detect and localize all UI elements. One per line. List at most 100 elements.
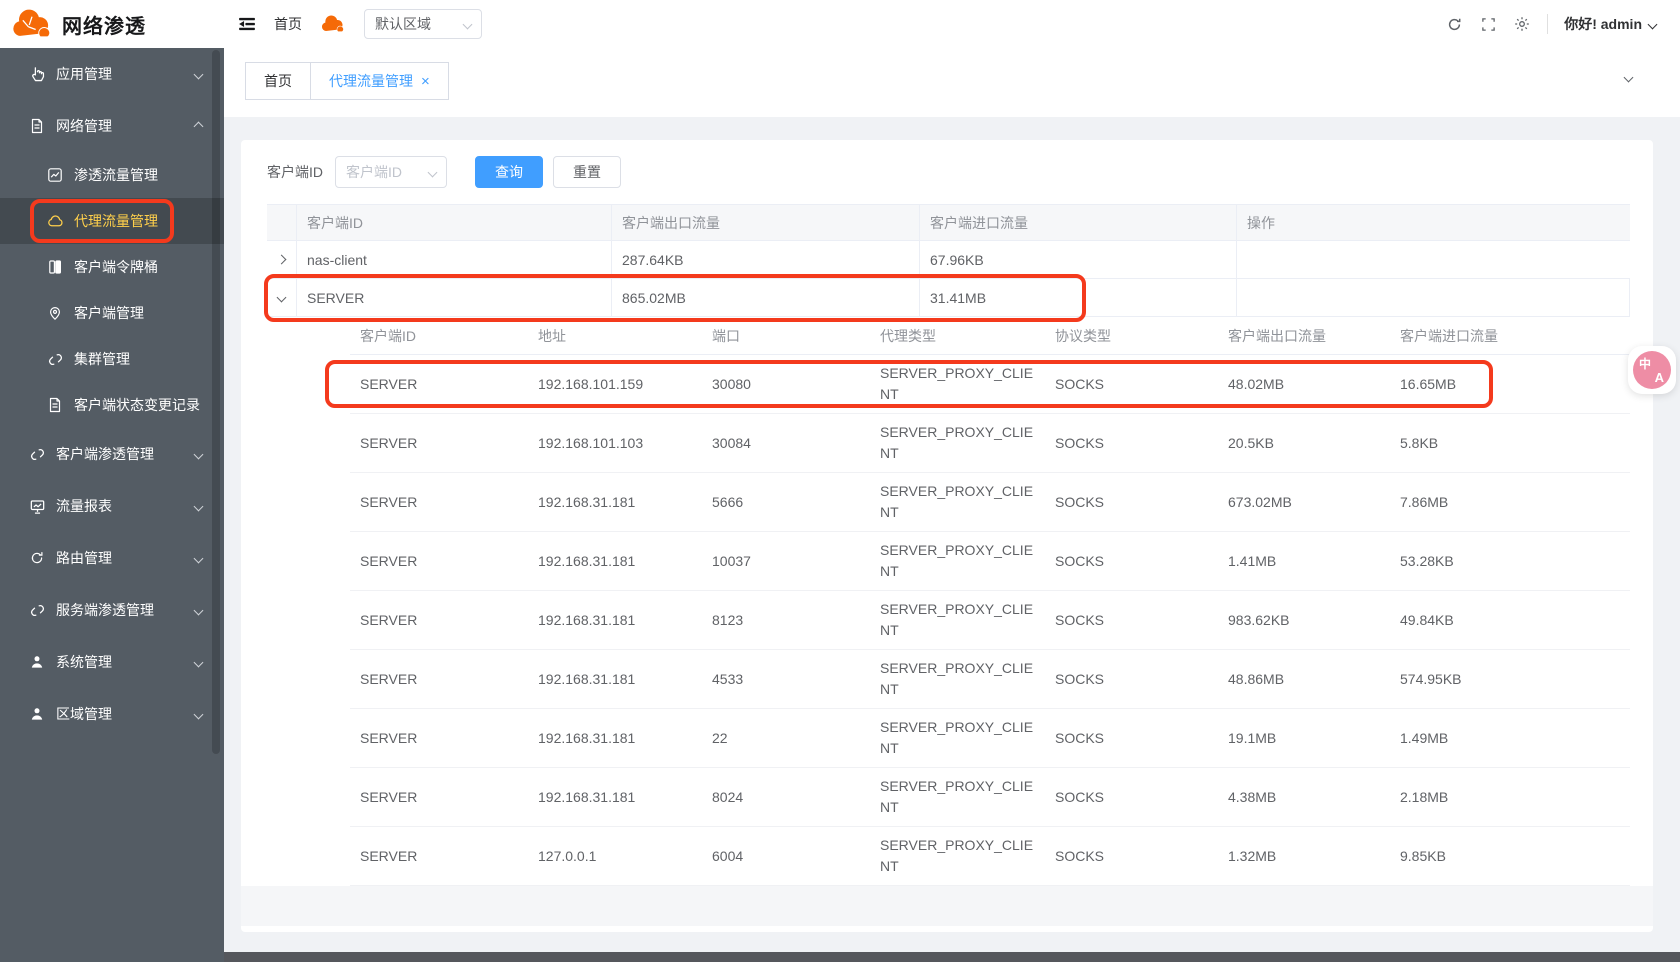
sidebar: 应用管理网络管理渗透流量管理代理流量管理客户端令牌桶客户端管理集群管理客户端状态… xyxy=(0,48,224,962)
sidebar-item-client-token-bucket[interactable]: 客户端令牌桶 xyxy=(0,244,224,290)
sidebar-item-label: 客户端渗透管理 xyxy=(56,444,195,464)
cell-proxy-type: SERVER_PROXY_CLIENT xyxy=(870,355,1045,413)
cell-out-traffic: 4.38MB xyxy=(1218,768,1390,826)
content-card: 客户端ID 客户端ID 查询 重置 客户端ID 客户端出口流量 客户端进口流量 … xyxy=(241,140,1653,932)
link-icon xyxy=(46,350,64,368)
cell-proxy-type: SERVER_PROXY_CLIENT xyxy=(870,650,1045,708)
sidebar-item-client-state-log[interactable]: 客户端状态变更记录 xyxy=(0,382,224,428)
header-cell: 客户端ID xyxy=(297,205,612,241)
cell-port: 5666 xyxy=(702,473,870,531)
cell-out-traffic: 673.02MB xyxy=(1218,473,1390,531)
cell-client-id: SERVER xyxy=(350,827,528,885)
sidebar-item-route-management[interactable]: 路由管理 xyxy=(0,532,224,584)
horizontal-scrollbar[interactable] xyxy=(224,952,1680,962)
topbar-divider xyxy=(1547,14,1548,34)
table-row-nas-client[interactable]: nas-client 287.64KB 67.96KB xyxy=(267,241,1630,279)
table-row-server[interactable]: SERVER 865.02MB 31.41MB xyxy=(267,279,1630,317)
cell-proxy-type: SERVER_PROXY_CLIENT xyxy=(870,532,1045,590)
cell-proxy-type: SERVER_PROXY_CLIENT xyxy=(870,827,1045,885)
clipped-next-row xyxy=(241,886,1653,926)
cell-out-traffic: 865.02MB xyxy=(612,279,920,317)
expand-collapsed-icon[interactable] xyxy=(267,241,297,279)
breadcrumb-home[interactable]: 首页 xyxy=(274,14,302,34)
chevron-down-icon xyxy=(194,449,204,459)
refresh-icon xyxy=(28,549,46,567)
chevron-down-icon xyxy=(194,657,204,667)
user-menu[interactable]: 你好! admin xyxy=(1564,14,1656,34)
sidebar-item-label: 客户端管理 xyxy=(74,303,206,323)
region-select[interactable]: 默认区域 xyxy=(364,9,482,39)
cell-out-traffic: 1.32MB xyxy=(1218,827,1390,885)
nested-table-row: SERVER 192.168.101.159 30080 SERVER_PROX… xyxy=(350,355,1630,414)
topbar-left: 首页 默认区域 xyxy=(224,9,482,39)
cell-proxy-type: SERVER_PROXY_CLIENT xyxy=(870,709,1045,767)
refresh-icon[interactable] xyxy=(1445,15,1463,33)
chevron-down-icon xyxy=(194,69,204,79)
theme-sun-icon[interactable] xyxy=(1513,15,1531,33)
cell-action xyxy=(1237,241,1630,279)
cell-in-traffic: 16.65MB xyxy=(1390,355,1630,413)
cell-client-id: nas-client xyxy=(297,241,612,279)
logo-cloud-icon xyxy=(10,9,54,39)
tabs: 首页 代理流量管理 × xyxy=(245,62,449,100)
cell-in-traffic: 574.95KB xyxy=(1390,650,1630,708)
cell-in-traffic: 67.96KB xyxy=(920,241,1237,279)
sidebar-scrollbar-thumb[interactable] xyxy=(212,50,220,754)
chevron-down-icon xyxy=(1648,19,1658,29)
cell-in-traffic: 31.41MB xyxy=(920,279,1237,317)
cell-client-id: SERVER xyxy=(350,355,528,413)
expand-expanded-icon[interactable] xyxy=(267,279,297,317)
cell-port: 30084 xyxy=(702,414,870,472)
cell-protocol: SOCKS xyxy=(1045,414,1218,472)
reset-button[interactable]: 重置 xyxy=(553,156,621,188)
cell-protocol: SOCKS xyxy=(1045,650,1218,708)
chevron-down-icon xyxy=(194,553,204,563)
sidebar-item-cluster-management[interactable]: 集群管理 xyxy=(0,336,224,382)
sidebar-item-penetration-traffic[interactable]: 渗透流量管理 xyxy=(0,152,224,198)
cell-address: 192.168.101.103 xyxy=(528,414,702,472)
sidebar-item-proxy-traffic[interactable]: 代理流量管理 xyxy=(0,198,224,244)
sidebar-item-traffic-report[interactable]: 流量报表 xyxy=(0,480,224,532)
translate-icon: 中A xyxy=(1633,351,1671,389)
client-id-select[interactable]: 客户端ID xyxy=(335,156,447,188)
cell-proxy-type: SERVER_PROXY_CLIENT xyxy=(870,591,1045,649)
cell-in-traffic: 7.86MB xyxy=(1390,473,1630,531)
tab-home[interactable]: 首页 xyxy=(245,62,311,100)
sidebar-fold-icon[interactable] xyxy=(238,15,256,33)
tab-proxy-traffic[interactable]: 代理流量管理 × xyxy=(311,62,449,100)
sidebar-item-client-management[interactable]: 客户端管理 xyxy=(0,290,224,336)
chevron-down-icon xyxy=(194,709,204,719)
search-button[interactable]: 查询 xyxy=(475,156,543,188)
filter-label: 客户端ID xyxy=(267,162,323,182)
sidebar-item-label: 服务端渗透管理 xyxy=(56,600,195,620)
nested-table-row: SERVER 192.168.31.181 5666 SERVER_PROXY_… xyxy=(350,473,1630,532)
tabbar-collapse-icon[interactable] xyxy=(1624,73,1634,83)
cell-client-id: SERVER xyxy=(350,473,528,531)
nested-table-row: SERVER 192.168.31.181 4533 SERVER_PROXY_… xyxy=(350,650,1630,709)
cell-client-id: SERVER xyxy=(350,591,528,649)
sidebar-item-client-penetration[interactable]: 客户端渗透管理 xyxy=(0,428,224,480)
sidebar-submenu-network-management: 渗透流量管理代理流量管理客户端令牌桶客户端管理集群管理客户端状态变更记录 xyxy=(0,152,224,428)
sidebar-item-system-management[interactable]: 系统管理 xyxy=(0,636,224,688)
chevron-down-icon xyxy=(463,19,473,29)
cell-action xyxy=(1237,279,1630,317)
sidebar-item-region-management[interactable]: 区域管理 xyxy=(0,688,224,740)
filter-bar: 客户端ID 客户端ID 查询 重置 xyxy=(267,156,1630,188)
sidebar-item-app-management[interactable]: 应用管理 xyxy=(0,48,224,100)
sidebar-menu: 应用管理网络管理渗透流量管理代理流量管理客户端令牌桶客户端管理集群管理客户端状态… xyxy=(0,48,224,740)
nested-table-row: SERVER 192.168.31.181 22 SERVER_PROXY_CL… xyxy=(350,709,1630,768)
chevron-down-icon xyxy=(194,501,204,511)
translate-widget[interactable]: 中A xyxy=(1628,346,1676,394)
app-root: 网络渗透 首页 默认区域 xyxy=(0,0,1680,962)
cloud-icon xyxy=(46,212,64,230)
main-table-body: nas-client 287.64KB 67.96KB SERVER 865.0… xyxy=(267,241,1630,926)
header-cell: 端口 xyxy=(702,317,870,355)
sidebar-item-server-penetration[interactable]: 服务端渗透管理 xyxy=(0,584,224,636)
hand-icon xyxy=(28,65,46,83)
board-icon xyxy=(28,497,46,515)
fullscreen-icon[interactable] xyxy=(1479,15,1497,33)
cell-address: 192.168.31.181 xyxy=(528,532,702,590)
cell-in-traffic: 5.8KB xyxy=(1390,414,1630,472)
sidebar-item-network-management[interactable]: 网络管理 xyxy=(0,100,224,152)
tab-close-icon[interactable]: × xyxy=(421,74,430,89)
